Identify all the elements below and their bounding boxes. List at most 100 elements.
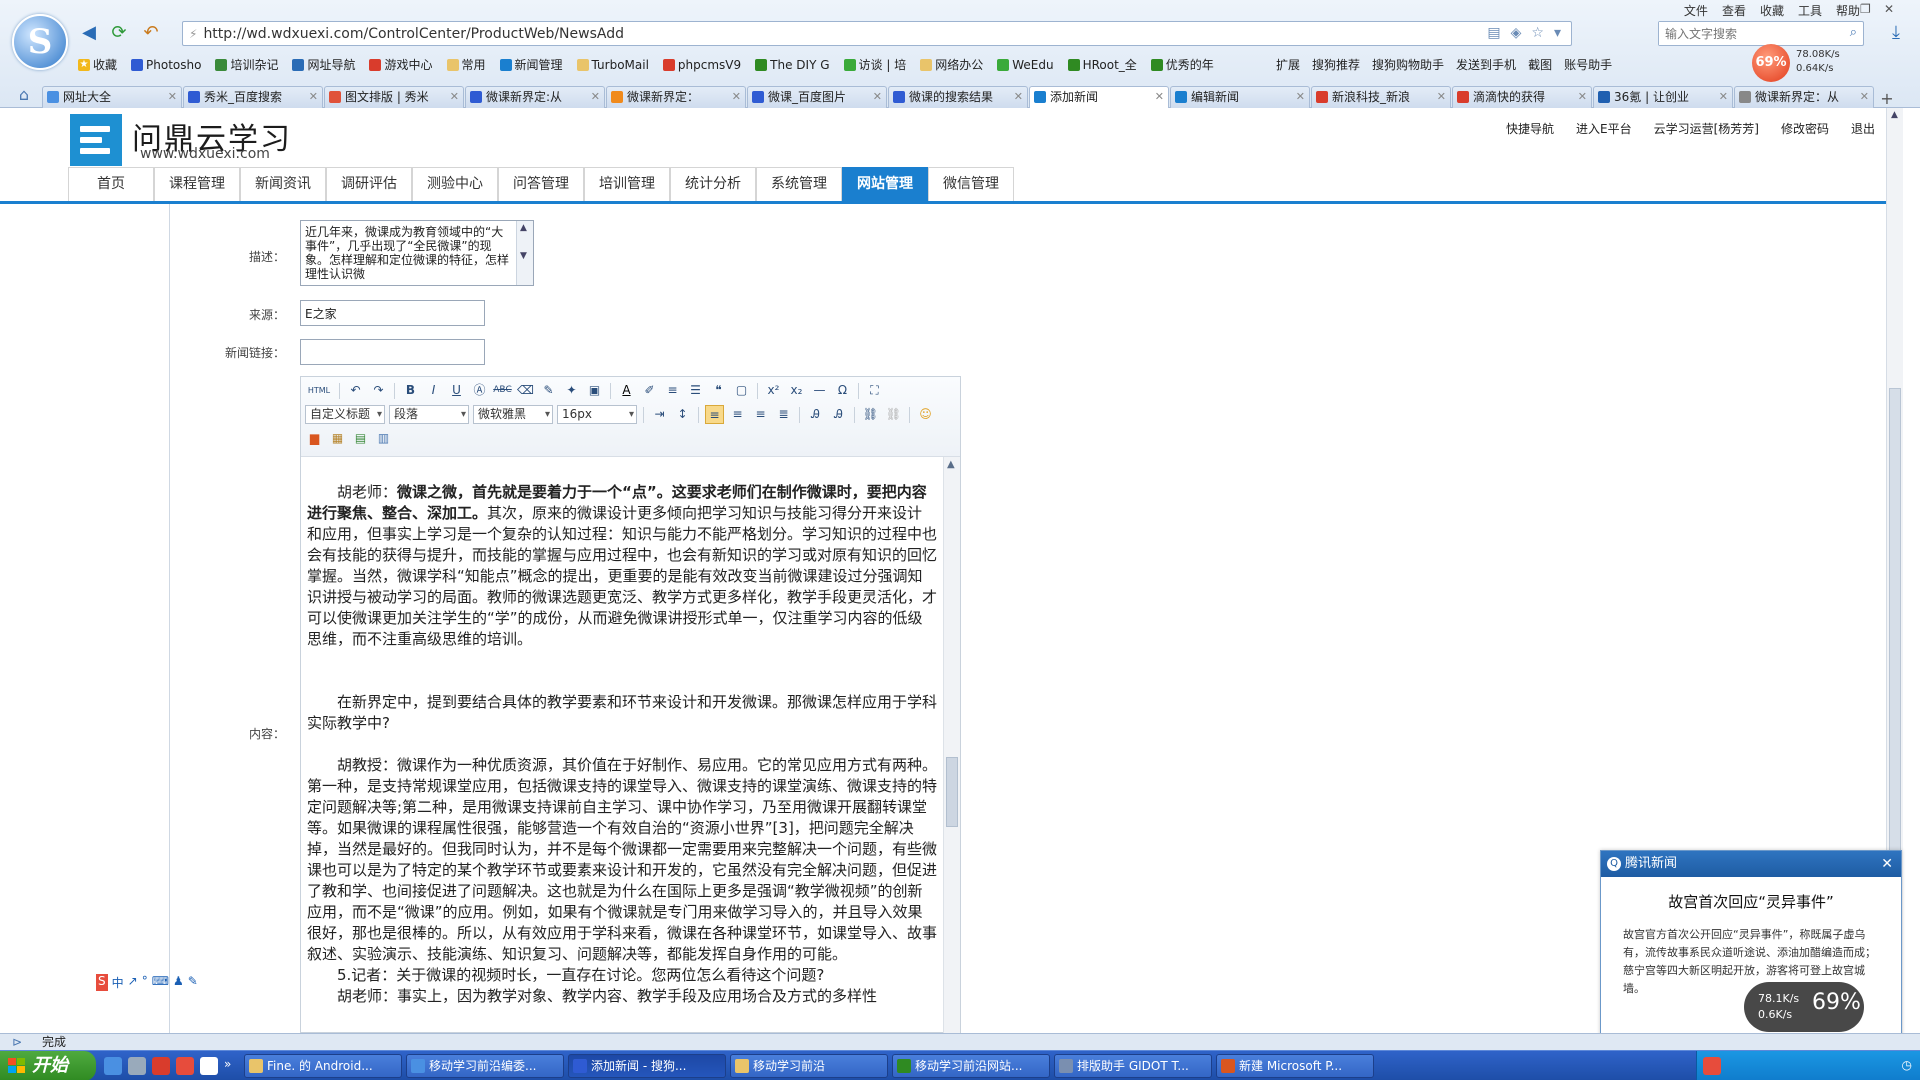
- bookmark-item[interactable]: 优秀的年: [1150, 56, 1214, 73]
- bookmark-item[interactable]: 网络办公: [920, 56, 983, 73]
- nav-item[interactable]: 网站管理: [842, 167, 928, 201]
- tab-close-icon[interactable]: ✕: [1155, 87, 1164, 107]
- bookmark-favorites[interactable]: ★ 收藏: [78, 56, 117, 73]
- screenshot-button[interactable]: 截图: [1528, 56, 1552, 73]
- bookmark-item[interactable]: HRoot_全: [1067, 56, 1137, 73]
- browser-tab[interactable]: 编辑新闻 ✕: [1170, 86, 1310, 108]
- bookmark-item[interactable]: 游戏中心: [369, 56, 433, 73]
- align-justify-icon[interactable]: ≣: [774, 405, 793, 424]
- map-icon[interactable]: ▤: [351, 429, 370, 448]
- logout-link[interactable]: 退出: [1851, 120, 1875, 137]
- taskbar-button[interactable]: 移动学习前沿: [730, 1054, 888, 1078]
- tab-close-icon[interactable]: ✕: [1860, 87, 1869, 107]
- bookmark-item[interactable]: 新闻管理: [499, 56, 563, 73]
- ime-mode-icon[interactable]: 中: [112, 974, 124, 991]
- source-input[interactable]: [300, 300, 485, 326]
- sogou-browser-logo-icon[interactable]: S: [12, 14, 68, 70]
- bookmark-item[interactable]: TurboMail: [576, 58, 649, 72]
- taskbar-button[interactable]: Fine. 的 Android...: [244, 1054, 402, 1078]
- browser-tab[interactable]: 秀米_百度搜索 ✕: [183, 86, 323, 108]
- star-icon[interactable]: ☆: [1531, 25, 1544, 41]
- emoji-icon[interactable]: ☺: [916, 405, 935, 424]
- sogou-ime-icon[interactable]: S: [96, 974, 108, 991]
- text-direction-rtl-icon[interactable]: Ꭿ: [829, 405, 848, 424]
- nav-item[interactable]: 新闻资讯: [240, 167, 326, 201]
- line-height-icon[interactable]: ↕: [673, 405, 692, 424]
- font-border-icon[interactable]: Ⓐ: [470, 381, 489, 400]
- bookmark-item[interactable]: WeEdu: [997, 58, 1054, 72]
- e-platform-link[interactable]: 进入E平台: [1576, 120, 1632, 137]
- bookmark-item[interactable]: 培训杂记: [215, 56, 278, 73]
- search-input[interactable]: [1659, 22, 1829, 45]
- editor-scrollbar[interactable]: ▲: [943, 457, 960, 1033]
- nav-item[interactable]: 统计分析: [670, 167, 756, 201]
- chevron-right-icon[interactable]: »: [224, 1057, 242, 1075]
- home-icon[interactable]: ⌂: [12, 84, 36, 108]
- nav-item[interactable]: 问答管理: [498, 167, 584, 201]
- ime-punct-icon[interactable]: ↗: [128, 974, 138, 991]
- menu-item-file[interactable]: 文件: [1684, 2, 1708, 19]
- special-char-icon[interactable]: Ω: [833, 381, 852, 400]
- tab-close-icon[interactable]: ✕: [1014, 87, 1023, 107]
- show-desktop-icon[interactable]: [128, 1057, 146, 1075]
- change-password-link[interactable]: 修改密码: [1781, 120, 1829, 137]
- align-right-icon[interactable]: ≡: [751, 405, 770, 424]
- redo-icon[interactable]: ↷: [369, 381, 388, 400]
- nav-item[interactable]: 调研评估: [326, 167, 412, 201]
- site-logo-icon[interactable]: [70, 114, 122, 166]
- scroll-thumb[interactable]: [946, 757, 958, 827]
- start-button[interactable]: 开始: [0, 1051, 96, 1080]
- speed-ball[interactable]: 69%: [1752, 44, 1790, 82]
- bookmark-item[interactable]: The DIY G: [755, 58, 830, 72]
- url-input[interactable]: [203, 25, 1484, 42]
- image-icon[interactable]: ▆: [305, 429, 324, 448]
- taskbar-button[interactable]: 移动学习前沿网站...: [892, 1054, 1050, 1078]
- horizontal-rule-icon[interactable]: —: [810, 381, 829, 400]
- minimize-icon[interactable]: –: [1836, 2, 1842, 16]
- background-color-icon[interactable]: ✐: [640, 381, 659, 400]
- news-link-input[interactable]: [300, 339, 485, 365]
- browser-tab[interactable]: 微课_百度图片 ✕: [747, 86, 887, 108]
- taskbar-button[interactable]: 排版助手 GIDOT T...: [1054, 1054, 1212, 1078]
- link-icon[interactable]: ⛓: [861, 405, 880, 424]
- ime-keyboard-icon[interactable]: ⌨: [152, 974, 169, 991]
- font-color-icon[interactable]: A: [617, 381, 636, 400]
- extensions-button[interactable]: 扩展: [1276, 56, 1300, 73]
- align-left-icon[interactable]: ≡: [705, 405, 724, 424]
- tray-clock-icon[interactable]: ◷: [1902, 1058, 1912, 1072]
- browser-tab[interactable]: 微课的搜索结果 ✕: [888, 86, 1028, 108]
- new-tab-icon[interactable]: +: [1875, 89, 1899, 108]
- font-size-select[interactable]: 16px: [557, 405, 637, 424]
- superscript-icon[interactable]: x²: [764, 381, 783, 400]
- ime-user-icon[interactable]: ♟: [173, 974, 184, 991]
- paste-text-icon[interactable]: ▣: [585, 381, 604, 400]
- strikethrough-icon[interactable]: ABC: [493, 381, 512, 400]
- undo-icon[interactable]: ↶: [346, 381, 365, 400]
- ie-icon[interactable]: [104, 1057, 122, 1075]
- scroll-up-icon[interactable]: ▲: [1891, 110, 1898, 120]
- html-source-button[interactable]: HTML: [305, 381, 333, 400]
- restore-icon[interactable]: ❐: [1860, 2, 1871, 16]
- quick-nav-link[interactable]: 快捷导航: [1506, 120, 1554, 137]
- nav-item[interactable]: 培训管理: [584, 167, 670, 201]
- italic-icon[interactable]: I: [424, 381, 443, 400]
- font-family-select[interactable]: 微软雅黑: [473, 405, 553, 424]
- user-link[interactable]: 云学习运营[杨芳芳]: [1654, 120, 1759, 137]
- undo-icon[interactable]: ↶: [140, 22, 162, 44]
- browser-tab[interactable]: 新浪科技_新浪 ✕: [1311, 86, 1451, 108]
- unordered-list-icon[interactable]: ☰: [686, 381, 705, 400]
- browser-tab[interactable]: 网址大全 ✕: [42, 86, 182, 108]
- send-to-phone-button[interactable]: 发送到手机: [1456, 56, 1516, 73]
- paragraph-select[interactable]: 段落: [389, 405, 469, 424]
- nav-item[interactable]: 课程管理: [154, 167, 240, 201]
- tab-close-icon[interactable]: ✕: [309, 87, 318, 107]
- bookmark-item[interactable]: 访谈 | 培: [843, 56, 906, 73]
- taskbar-button[interactable]: 移动学习前沿编委...: [406, 1054, 564, 1078]
- fullscreen-icon[interactable]: ⛶: [865, 381, 884, 400]
- scroll-up-icon[interactable]: ▲: [947, 459, 955, 470]
- description-scrollbar[interactable]: ▲ ▼: [516, 221, 533, 285]
- bold-icon[interactable]: B: [401, 381, 420, 400]
- browser-tab[interactable]: 滴滴快的获得 ✕: [1452, 86, 1592, 108]
- browser-tab[interactable]: 微课新界定:从 ✕: [465, 86, 605, 108]
- format-brush-icon[interactable]: ✎: [539, 381, 558, 400]
